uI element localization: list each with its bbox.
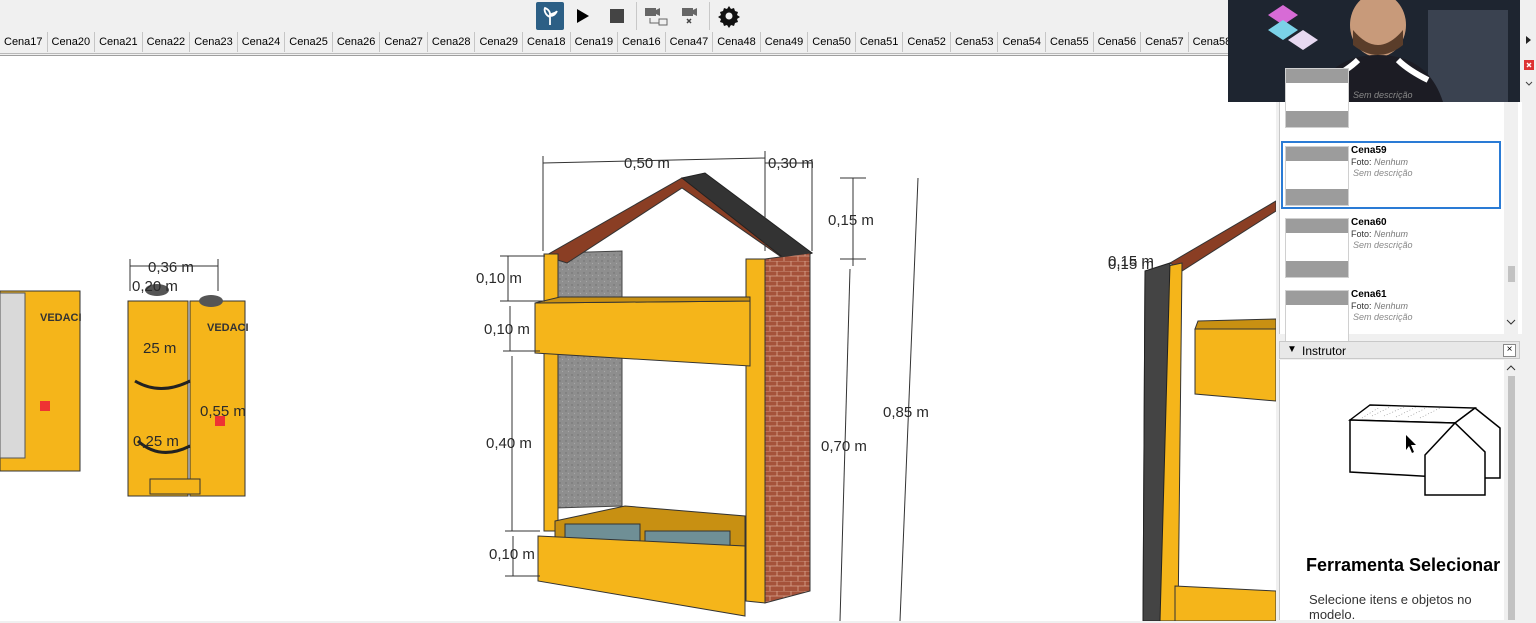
scene-name: Cena61 (1351, 289, 1387, 300)
dim-roof-height: 0,15 m (828, 212, 874, 229)
tab-cena56[interactable]: Cena56 (1094, 32, 1142, 52)
tab-cena18[interactable]: Cena18 (523, 32, 571, 52)
scene-description: Sem descrição (1353, 90, 1413, 100)
add-scene-icon[interactable] (641, 1, 671, 31)
remove-camera-icon[interactable] (675, 1, 705, 31)
dim-left-c: 0,25 m (133, 433, 179, 450)
scene-foto: Foto: Nenhum (1351, 229, 1409, 239)
instructor-scrollbar[interactable] (1504, 360, 1518, 620)
model-drawing: VEDACI VEDACI 0,36 m 0,20 m 25 m 0,55 m … (0, 151, 1276, 621)
scene-thumbnail (1285, 218, 1349, 278)
dim-inner-height: 0,70 m (821, 438, 867, 455)
tab-cena52[interactable]: Cena52 (903, 32, 951, 52)
dim-total-height: 0,85 m (883, 404, 929, 421)
dim-shelf1: 0,10 m (476, 270, 522, 287)
scene-name: Cena59 (1351, 145, 1387, 156)
tool-description: Selecione itens e objetos no modelo. (1309, 592, 1472, 622)
tab-cena24[interactable]: Cena24 (238, 32, 286, 52)
scene-thumbnail (1285, 68, 1349, 128)
svg-text:VEDACI: VEDACI (40, 312, 82, 324)
tab-cena50[interactable]: Cena50 (808, 32, 856, 52)
scene-foto: Foto: Nenhum (1351, 157, 1409, 167)
dim-left-depth: 0,20 m (132, 278, 178, 295)
tab-cena48[interactable]: Cena48 (713, 32, 761, 52)
tab-cena16[interactable]: Cena16 (618, 32, 666, 52)
tab-cena26[interactable]: Cena26 (333, 32, 381, 52)
scene-description: Sem descrição (1353, 312, 1413, 322)
play-icon[interactable] (568, 1, 598, 31)
dim-shelf2: 0,10 m (484, 321, 530, 338)
tab-cena57[interactable]: Cena57 (1141, 32, 1189, 52)
tool-title: Ferramenta Selecionar (1306, 555, 1501, 575)
toolbar-separator (636, 2, 637, 30)
toolbar-separator (709, 2, 710, 30)
scene-tabs: Cena17 Cena20 Cena21 Cena22 Cena23 Cena24 Cena… (0, 32, 1230, 54)
close-icon[interactable]: × (1503, 344, 1516, 357)
tab-cena25[interactable]: Cena25 (285, 32, 333, 52)
tab-cena22[interactable]: Cena22 (143, 32, 191, 52)
right-partial-model (1142, 200, 1276, 621)
tab-cena49[interactable]: Cena49 (761, 32, 809, 52)
tab-cena19[interactable]: Cena19 (571, 32, 619, 52)
scenes-scrollbar[interactable] (1504, 102, 1518, 334)
scene-description: Sem descrição (1353, 240, 1413, 250)
left-dispenser-group: VEDACI VEDACI (0, 259, 249, 497)
tab-cena20[interactable]: Cena20 (48, 32, 96, 52)
svg-text:VEDACI: VEDACI (207, 322, 249, 334)
instructor-title: Instrutor (1302, 344, 1347, 358)
tab-cena17[interactable]: Cena17 (0, 32, 48, 52)
scene-foto: Foto: Nenhum (1351, 301, 1409, 311)
scene-item-cena60[interactable]: Cena60 Foto: Nenhum Sem descrição (1282, 214, 1500, 280)
scene-item[interactable]: Sem descrição (1282, 64, 1500, 130)
side-panel-strip (1522, 32, 1536, 620)
3d-viewport[interactable]: VEDACI VEDACI 0,36 m 0,20 m 25 m 0,55 m … (0, 55, 1276, 621)
tab-cena58[interactable]: Cena58 (1189, 32, 1230, 52)
tab-cena55[interactable]: Cena55 (1046, 32, 1094, 52)
plant-logo-icon[interactable] (536, 2, 564, 30)
dim-middle: 0,40 m (486, 435, 532, 452)
instructor-panel-header[interactable]: ▼ Instrutor × (1279, 341, 1520, 359)
instructor-panel: Ferramenta Selecionar Selecione itens e … (1279, 360, 1505, 622)
tab-cena28[interactable]: Cena28 (428, 32, 476, 52)
dim-left-b: 0,55 m (200, 403, 246, 420)
scene-description: Sem descrição (1353, 168, 1413, 178)
scene-name: Cena60 (1351, 217, 1387, 228)
dim-bottom: 0,10 m (489, 546, 535, 563)
dim-left-width: 0,36 m (148, 259, 194, 276)
tab-cena27[interactable]: Cena27 (380, 32, 428, 52)
dim-left-a: 25 m (143, 340, 176, 357)
tab-cena47[interactable]: Cena47 (666, 32, 714, 52)
tab-cena53[interactable]: Cena53 (951, 32, 999, 52)
tab-cena21[interactable]: Cena21 (95, 32, 143, 52)
tab-cena29[interactable]: Cena29 (475, 32, 524, 52)
tab-cena51[interactable]: Cena51 (856, 32, 904, 52)
scene-item-cena59[interactable]: Cena59 Foto: Nenhum Sem descrição (1281, 141, 1501, 209)
scene-thumbnail (1285, 146, 1349, 206)
tab-cena54[interactable]: Cena54 (998, 32, 1047, 52)
dim-width-top: 0,50 m (624, 155, 670, 172)
house-shelf-model (534, 172, 814, 617)
tab-cena23[interactable]: Cena23 (190, 32, 238, 52)
gear-icon[interactable] (714, 1, 744, 31)
scenes-toolbar (530, 0, 756, 32)
scenes-panel: Sem descrição Cena59 Foto: Nenhum Sem de… (1279, 68, 1522, 350)
select-tool-illustration (1347, 404, 1501, 496)
dim-depth-top: 0,30 m (768, 155, 814, 172)
dim-far-right-2: 0,15 m (1108, 256, 1154, 273)
stop-icon[interactable] (602, 1, 632, 31)
collapse-triangle-icon[interactable]: ▼ (1287, 344, 1297, 355)
